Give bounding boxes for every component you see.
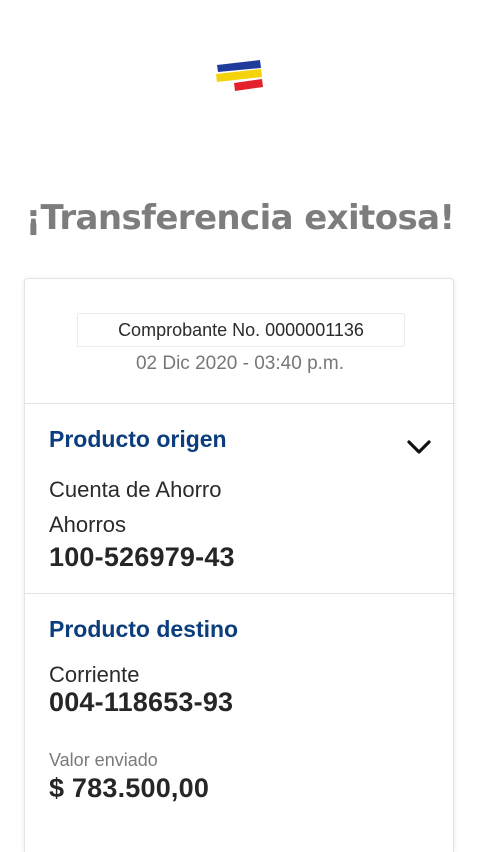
origin-account-number: 100-526979-43 [49, 542, 235, 572]
section-divider [25, 593, 455, 594]
origin-heading: Producto origen [49, 426, 227, 452]
amount-label: Valor enviado [49, 750, 158, 770]
origin-account-name: Cuenta de Ahorro [49, 477, 222, 502]
bank-flag-logo-icon [216, 60, 263, 91]
section-divider [25, 403, 455, 404]
destination-account-type: Corriente [49, 662, 140, 687]
transfer-receipt-card: Comprobante No. 0000001136 02 Dic 2020 -… [24, 278, 455, 852]
chevron-down-icon[interactable] [405, 437, 433, 457]
page-title: ¡Transferencia exitosa! [25, 198, 455, 238]
receipt-number: Comprobante No. 0000001136 [77, 313, 405, 347]
amount-value: $ 783.500,00 [49, 773, 210, 803]
destination-heading: Producto destino [49, 616, 239, 642]
receipt-datetime: 02 Dic 2020 - 03:40 p.m. [135, 353, 345, 374]
destination-account-number: 004-118653-93 [49, 687, 234, 717]
bank-logo [214, 56, 266, 96]
origin-account-type: Ahorros [49, 512, 127, 537]
